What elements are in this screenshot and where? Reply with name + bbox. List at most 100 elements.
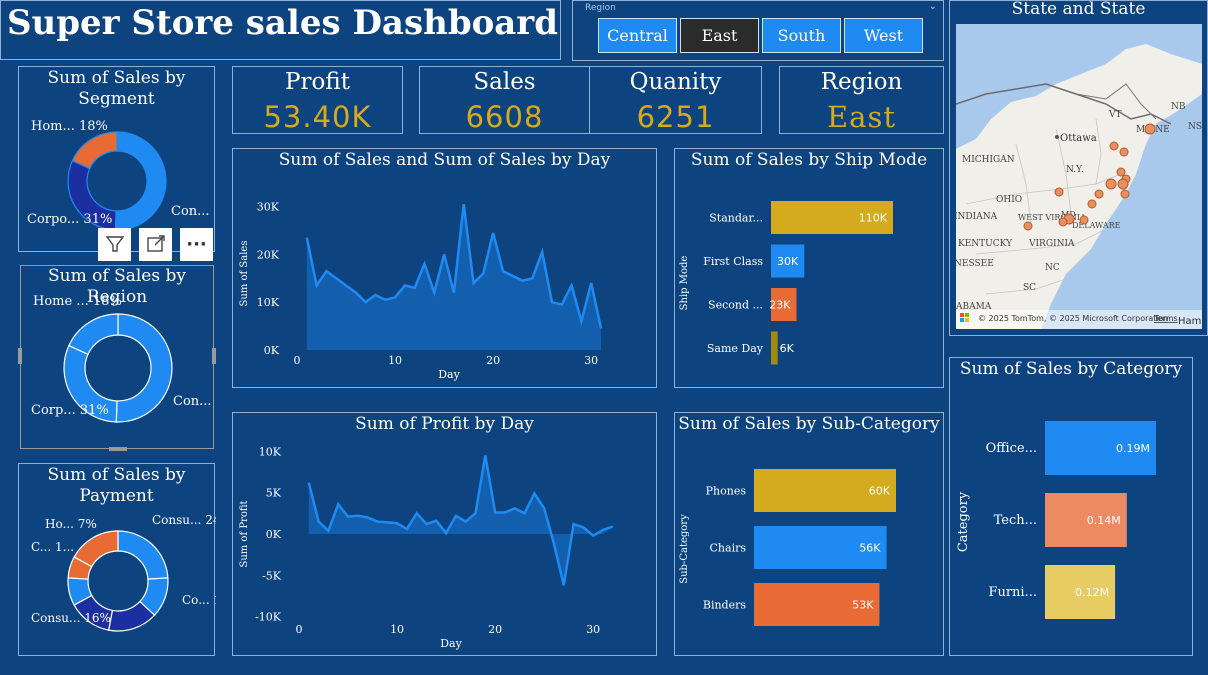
page-title: Super Store sales Dashboard [7,3,558,43]
y-axis-label: Sum of Profit [239,500,250,567]
x-axis-label: Day [440,637,462,650]
segment-label-home: Hom... 18% [31,119,108,134]
map-label-tennessee: NESSEE [956,259,994,269]
category-label: Same Day [707,342,764,355]
resize-handle-left[interactable] [18,348,22,364]
data-label: 56K [859,542,881,555]
area-fill [306,204,601,350]
kpi-sales: Sales 6608 [419,66,590,134]
payment-label-consumer-2: Co... 1... [182,593,216,607]
data-label: 53K [852,599,874,612]
category-panel[interactable]: Sum of Sales by Category Office... 0.19M T… [949,357,1193,656]
payment-label-consumer-3: Consu... 16% [31,611,111,625]
donut-slice-0[interactable] [117,530,169,580]
x-tick-label: 0 [296,623,303,636]
region-slicer: Region ⌄ Central East South West [572,0,944,61]
x-tick-label: 0 [294,354,301,367]
payment-label-home-office-1: Ho... 7% [45,517,97,531]
map-label-nb: NB [1171,102,1186,112]
resize-handle-bottom[interactable] [109,447,127,451]
y-tick-label: 10K [259,445,282,458]
payment-chart-title: Sum of Sales by Payment [47,465,186,506]
y-tick-label: 0K [266,528,282,541]
region-option-central[interactable]: Central [598,18,677,53]
donut-slice-0[interactable] [114,131,167,231]
segment-chart-title: Sum of Sales by Segment [47,68,186,109]
map-copyright: © 2025 TomTom, © 2025 Microsoft Corporat… [978,314,1169,323]
region-option-east[interactable]: East [680,18,759,53]
category-chart[interactable]: Office... 0.19M Tech... 0.14M Furni... 0.12M C… [950,384,1192,654]
donut-slice-2[interactable] [68,313,119,356]
filter-icon[interactable] [98,228,131,261]
region-option-west[interactable]: West [844,18,923,53]
kpi-region: Region East [779,66,944,134]
y-tick-label: 30K [257,201,280,214]
kpi-region-value: East [827,100,896,134]
sales-by-day-chart[interactable]: 0K 10K 20K 30K 0 10 20 30 Day Sum of Sales [233,177,656,387]
region-label-corporate: Corp... 31% [31,403,109,418]
sub-category-panel[interactable]: Sum of Sales by Sub-Category Phones 60K Ch… [674,412,944,656]
category-label: Binders [703,599,746,612]
profit-by-day-panel[interactable]: Sum of Profit by Day -10K -5K 0K 5K 10K 0 10 20… [232,412,657,656]
map-label-ottawa: Ottawa [1060,133,1097,144]
region-donut[interactable]: Home ... 18% Corp... 31% Con... 50% [21,288,215,448]
sub-category-chart[interactable]: Phones 60K Chairs 56K Binders 53K Sub-Category [675,437,943,655]
sales-by-day-title: Sum of Sales and Sum of Sales by Day [278,150,611,170]
state-map[interactable]: Ottawa MICHIGAN N.Y. OHIO WEST VIRGINIA … [956,24,1202,329]
map-label-ny: N.Y. [1066,165,1084,175]
map-label-indiana: INDIANA [956,212,998,222]
x-tick-label: 30 [584,354,598,367]
kpi-quantity-value: 6251 [636,100,715,134]
data-label: 60K [869,485,891,498]
map-terms-link[interactable]: Terms [1153,314,1178,323]
data-label: 0.19M [1116,442,1150,455]
payment-label-corporate-1: C... 1... [31,540,74,554]
map-label-michigan: MICHIGAN [962,155,1015,165]
region-option-south[interactable]: South [762,18,841,53]
category-label: First Class [703,255,763,268]
y-tick-label: 0K [264,344,280,357]
bar[interactable] [771,331,778,365]
y-tick-label: -5K [262,569,282,582]
kpi-quantity-label: Quanity [629,69,722,95]
resize-handle-right[interactable] [212,348,216,364]
category-label: Phones [706,485,747,498]
donut-slice-2[interactable] [71,131,118,170]
map-label-kentucky: KENTUCKY [958,239,1013,249]
donut-slice-0[interactable] [115,313,173,423]
map-label-ohio: OHIO [996,195,1022,205]
more-options-icon[interactable]: ··· [180,228,213,261]
kpi-profit: Profit 53.40K [232,66,403,134]
map-label-sc: SC [1023,283,1036,293]
data-label: 30K [777,255,799,268]
ship-mode-chart[interactable]: Standar... 110K First Class 30K Second ... 23… [675,173,943,387]
region-label-home: Home ... 18% [33,294,122,309]
kpi-profit-value: 53.40K [263,100,372,134]
region-chart-panel[interactable]: Sum of Sales by Region Home ... 18% Corp… [18,265,216,451]
segment-label-consumer: Con... 50% [171,204,214,219]
map-label-nc: NC [1045,263,1060,273]
region-slicer-label: Region [585,3,616,13]
category-label: Furni... [988,585,1037,600]
data-label: 0.12M [1075,586,1109,599]
map-label-delaware: DELAWARE [1072,221,1121,230]
x-tick-label: 10 [388,354,402,367]
y-tick-label: 10K [257,296,280,309]
payment-chart-panel[interactable]: Sum of Sales by Payment Consu... 24% Ho.… [18,463,216,656]
sales-by-day-panel[interactable]: Sum of Sales and Sum of Sales by Day 0K 1… [232,148,657,388]
map-label-hamil: Hamil [1178,316,1202,327]
focus-mode-icon[interactable] [139,228,172,261]
x-tick-label: 10 [390,623,404,636]
ship-mode-title: Sum of Sales by Ship Mode [690,150,928,170]
x-axis-label: Day [438,368,460,381]
y-tick-label: -10K [255,611,282,624]
segment-chart-panel[interactable]: Sum of Sales by Segment Hom... 18% Corpo… [18,66,215,252]
profit-by-day-chart[interactable]: -10K -5K 0K 5K 10K 0 10 20 30 Day Sum of Profit [233,441,656,655]
chevron-down-icon[interactable]: ⌄ [929,1,937,12]
y-axis-label: Sub-Category [679,514,690,584]
data-label: 0.14M [1087,514,1121,527]
payment-donut[interactable]: Consu... 24% Ho... 7% C... 1... Co... 1.… [19,506,216,656]
category-label: Second ... [708,299,763,312]
ship-mode-panel[interactable]: Sum of Sales by Ship Mode Standar... 110K… [674,148,944,388]
region-label-consumer: Con... 50% [173,394,215,409]
